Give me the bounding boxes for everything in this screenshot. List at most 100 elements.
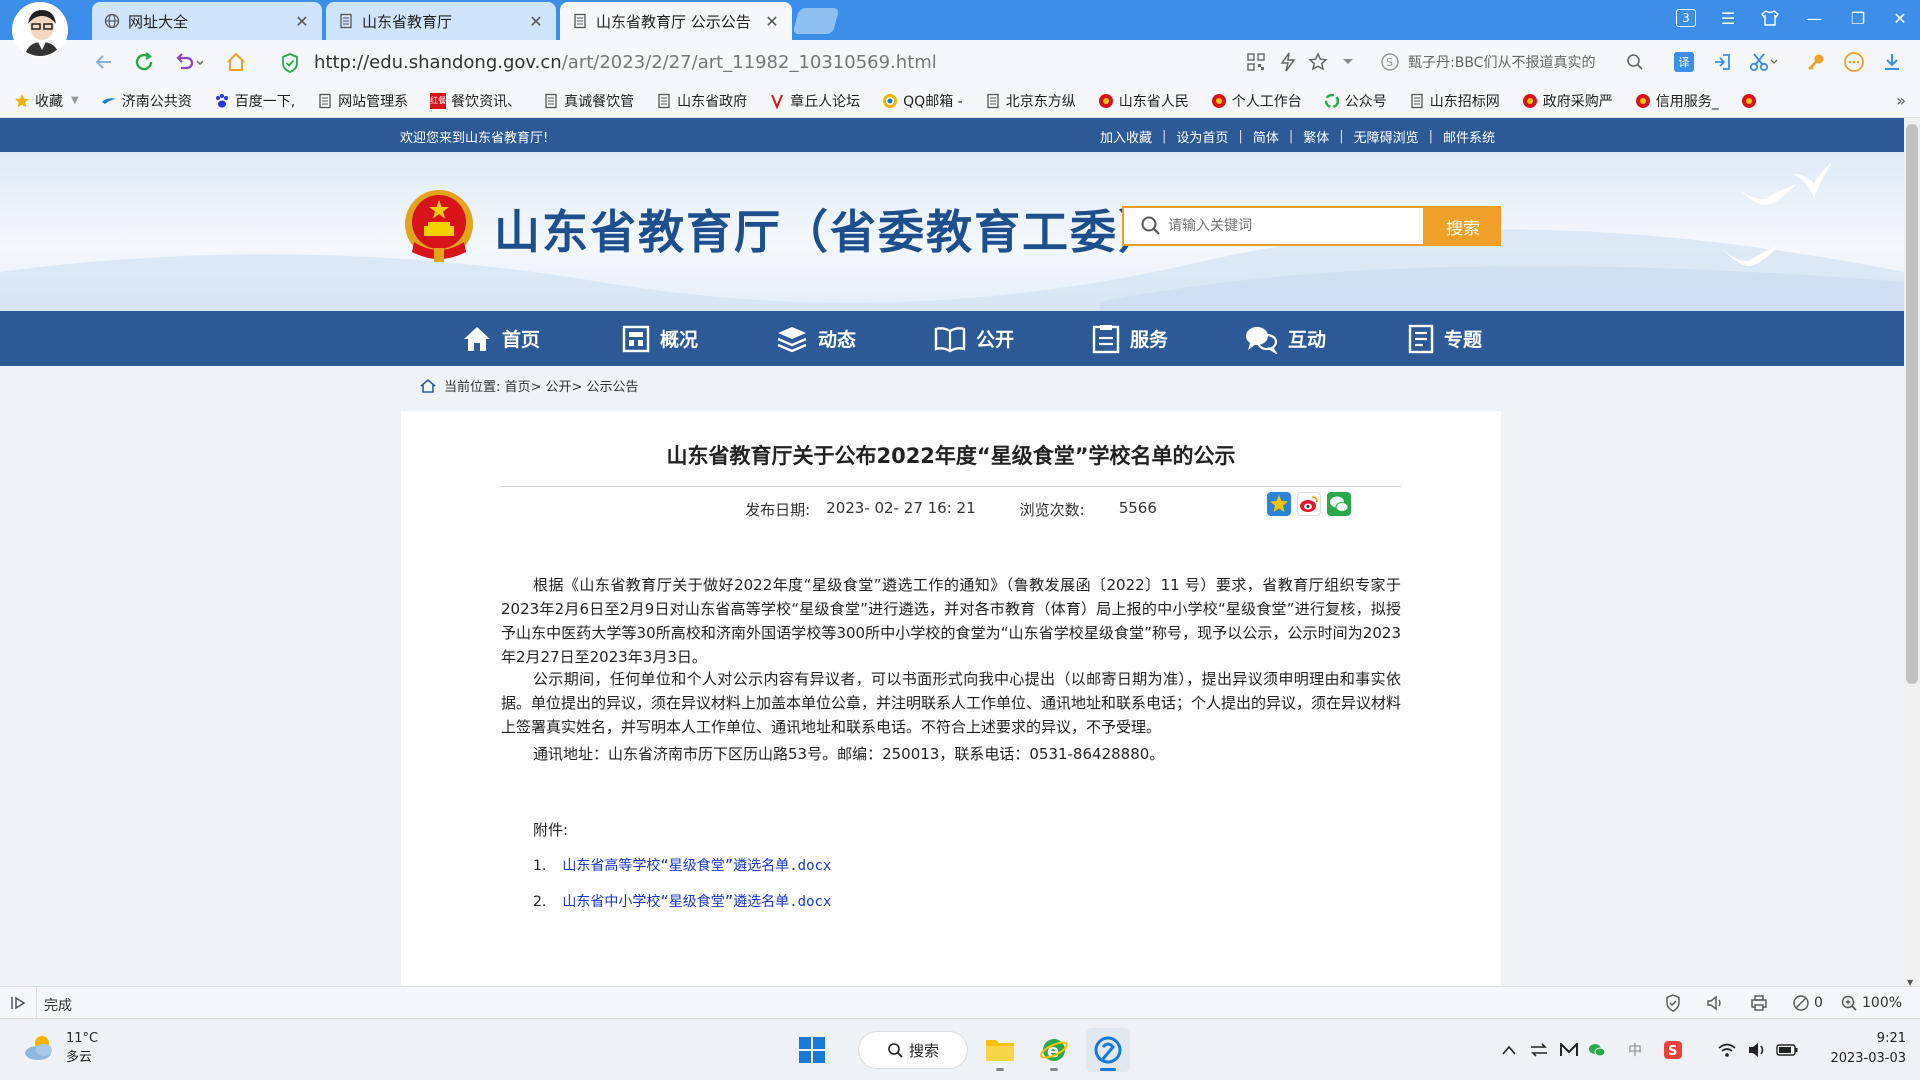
key-icon[interactable] xyxy=(1800,46,1832,78)
network-sync-icon[interactable] xyxy=(1526,1037,1552,1063)
weibo-share-icon[interactable] xyxy=(1297,492,1321,516)
attachment-link-1[interactable]: 山东省高等学校“星级食堂”遴选名单.docx xyxy=(562,858,831,874)
bookmark-item[interactable]: 济南公共资 xyxy=(101,91,192,111)
wechat-tray-icon[interactable] xyxy=(1584,1037,1610,1063)
bookmark-overflow-button[interactable]: » xyxy=(1896,91,1906,110)
site-search-box[interactable] xyxy=(1122,206,1425,246)
bookmark-item[interactable]: 信用服务_ xyxy=(1635,91,1719,111)
taskbar-search[interactable]: 搜索 xyxy=(858,1031,968,1069)
nav-home[interactable]: 首页 xyxy=(462,311,540,366)
nav-service[interactable]: 服务 xyxy=(1092,311,1168,366)
bookmark-item[interactable]: 北京东方纵 xyxy=(985,91,1076,111)
nav-public[interactable]: 公开 xyxy=(934,311,1014,366)
bookmark-item[interactable]: 山东省人民 xyxy=(1098,91,1189,111)
ie-browser-button[interactable]: e xyxy=(1032,1028,1076,1072)
new-tab-button[interactable] xyxy=(792,8,840,34)
bookmark-item[interactable]: 个人工作台 xyxy=(1211,91,1302,111)
weather-widget[interactable]: 11°C 多云 xyxy=(22,1029,98,1067)
security-shield-icon[interactable] xyxy=(1664,994,1682,1012)
translate-icon[interactable]: 译 xyxy=(1668,46,1700,78)
undo-close-button[interactable] xyxy=(168,46,212,78)
close-icon[interactable]: ✕ xyxy=(294,12,310,31)
login-icon[interactable] xyxy=(1706,46,1738,78)
site-search-button[interactable]: 搜索 xyxy=(1425,206,1501,246)
clock[interactable]: 9:21 2023-03-03 xyxy=(1810,1029,1906,1069)
minimize-button[interactable]: — xyxy=(1792,0,1836,36)
download-icon[interactable] xyxy=(1876,46,1908,78)
refresh-button[interactable] xyxy=(128,46,160,78)
speaker-icon[interactable] xyxy=(1706,994,1724,1012)
menu-icon[interactable]: ☰ xyxy=(1706,0,1750,36)
bookmark-item[interactable]: 红餐 餐饮资讯、 xyxy=(430,91,521,111)
mail-system-link[interactable]: 邮件系统 xyxy=(1433,127,1505,146)
bookmark-item[interactable]: 百度一下, xyxy=(214,91,295,111)
nav-topics[interactable]: 专题 xyxy=(1408,311,1482,366)
bookmark-item[interactable]: 网站管理系 xyxy=(317,91,408,111)
nav-overview[interactable]: 概况 xyxy=(622,311,698,366)
simplified-link[interactable]: 简体 xyxy=(1243,127,1289,146)
nav-interaction[interactable]: 互动 xyxy=(1244,311,1326,366)
qzone-share-icon[interactable] xyxy=(1267,492,1291,516)
bookmark-item[interactable]: 公众号 xyxy=(1324,91,1387,111)
scrollbar-thumb[interactable] xyxy=(1906,124,1918,684)
search-icon[interactable] xyxy=(1626,53,1644,71)
set-homepage-link[interactable]: 设为首页 xyxy=(1166,127,1238,146)
star-bookmark-icon[interactable] xyxy=(1302,46,1334,78)
bookmark-item[interactable]: 山东招标网 xyxy=(1409,91,1500,111)
breadcrumb-text[interactable]: 当前位置: 首页> 公开> 公示公告 xyxy=(444,376,639,395)
back-button[interactable] xyxy=(88,46,120,78)
tab-3-active[interactable]: 山东省教育厅 公示公告 ✕ xyxy=(560,2,792,40)
search-suggestion-box[interactable]: S 甄子丹:BBC们从不报道真实的 xyxy=(1380,47,1650,77)
accessibility-link[interactable]: 无障碍浏览 xyxy=(1344,127,1429,146)
skin-icon[interactable] xyxy=(1748,0,1792,36)
start-button[interactable] xyxy=(790,1028,834,1072)
more-icon[interactable] xyxy=(1838,46,1870,78)
share-buttons xyxy=(1267,492,1357,516)
nav-news[interactable]: 动态 xyxy=(776,311,856,366)
tray-overflow-chevron-icon[interactable] xyxy=(1496,1037,1522,1063)
bookmark-favorites[interactable]: 收藏 ▼ xyxy=(14,91,79,111)
ad-block-counter[interactable]: 0 xyxy=(1792,994,1823,1012)
bookmark-item[interactable]: 真诚餐饮管 xyxy=(543,91,634,111)
bookmark-item[interactable]: 山东省政府 xyxy=(656,91,747,111)
battery-icon[interactable] xyxy=(1774,1037,1800,1063)
os-taskbar: 11°C 多云 搜索 e 中 S 9:21 2023-03-03 xyxy=(0,1018,1920,1080)
close-icon[interactable]: ✕ xyxy=(528,12,544,31)
url-text[interactable]: http://edu.shandong.gov.cn/art/2023/2/27… xyxy=(314,52,937,73)
close-window-button[interactable]: ✕ xyxy=(1878,0,1920,36)
zoom-control[interactable]: 100% xyxy=(1840,994,1902,1012)
article-paragraph-3: 通讯地址：山东省济南市历下区历山路53号。邮编：250013，联系电话：0531… xyxy=(533,745,1165,763)
qr-code-icon[interactable] xyxy=(1240,46,1272,78)
wechat-share-icon[interactable] xyxy=(1327,492,1351,516)
ad-block-icon xyxy=(1793,995,1809,1011)
sidebar-toggle-icon[interactable] xyxy=(10,995,28,1011)
lightning-icon[interactable] xyxy=(1272,46,1304,78)
attachment-link-2[interactable]: 山东省中小学校“星级食堂”遴选名单.docx xyxy=(562,894,831,910)
chevron-down-icon[interactable] xyxy=(1332,46,1364,78)
bookmark-item[interactable]: 章丘人论坛 xyxy=(769,91,860,111)
tab-2[interactable]: 山东省教育厅 ✕ xyxy=(326,2,556,40)
print-icon[interactable] xyxy=(1750,994,1768,1012)
mail-app-icon[interactable] xyxy=(1556,1037,1582,1063)
file-explorer-button[interactable] xyxy=(978,1028,1022,1072)
traditional-link[interactable]: 繁体 xyxy=(1293,127,1339,146)
add-favorite-link[interactable]: 加入收藏 xyxy=(1090,127,1162,146)
bookmark-label: 收藏 xyxy=(35,93,63,110)
bookmark-item[interactable]: QQ邮箱 - xyxy=(882,91,963,111)
sogou-browser-button[interactable] xyxy=(1086,1028,1130,1072)
sogou-ime-icon[interactable]: S xyxy=(1660,1037,1686,1063)
ime-indicator[interactable]: 中 xyxy=(1622,1037,1648,1063)
home-button[interactable] xyxy=(220,46,252,78)
volume-icon[interactable] xyxy=(1744,1037,1770,1063)
bookmark-item[interactable] xyxy=(1741,93,1762,109)
scissors-icon[interactable] xyxy=(1744,46,1784,78)
close-icon[interactable]: ✕ xyxy=(764,12,780,31)
user-avatar[interactable] xyxy=(12,2,68,58)
publish-date: 2023- 02- 27 16: 21 xyxy=(826,499,976,517)
bookmark-item[interactable]: 政府采购严 xyxy=(1522,91,1613,111)
tab-count-button[interactable]: 3 xyxy=(1664,0,1708,36)
restore-button[interactable]: ❐ xyxy=(1836,0,1880,36)
wifi-icon[interactable] xyxy=(1714,1037,1740,1063)
site-search-input[interactable] xyxy=(1168,218,1408,234)
tab-1[interactable]: 网址大全 ✕ xyxy=(92,2,322,40)
